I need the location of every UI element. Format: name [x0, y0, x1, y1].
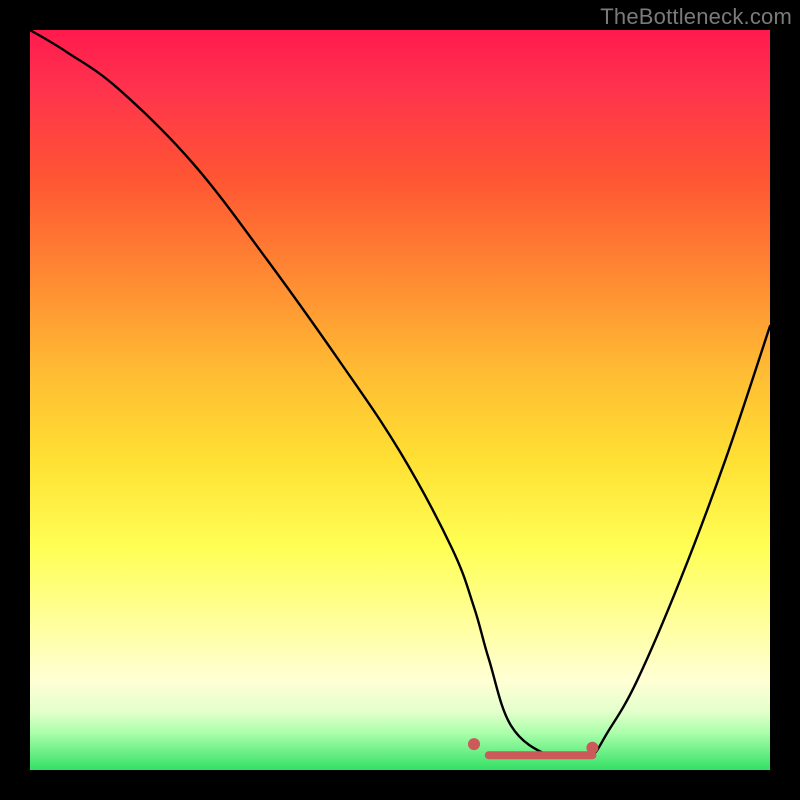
- curve-svg: [30, 30, 770, 770]
- watermark-text: TheBottleneck.com: [600, 4, 792, 30]
- plot-area: [30, 30, 770, 770]
- chart-frame: TheBottleneck.com: [0, 0, 800, 800]
- bottleneck-curve: [30, 30, 770, 758]
- right-foot-dot-icon: [586, 742, 598, 754]
- left-foot-dot-icon: [468, 738, 480, 750]
